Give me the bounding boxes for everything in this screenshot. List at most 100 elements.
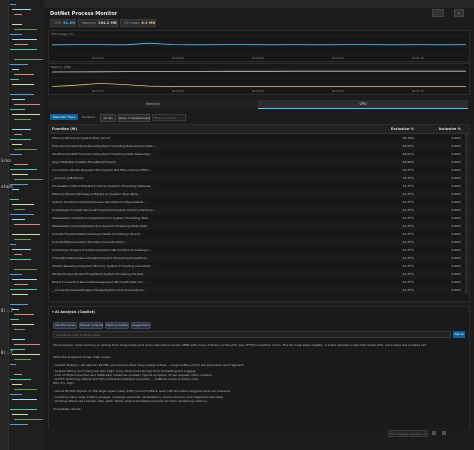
- table-row[interactable]: AsyncStateMachineBox.MoveNext(Thread) 48.…: [49, 158, 469, 166]
- ai-panel-title[interactable]: ▾ AI Analysis (Copilot): [52, 310, 95, 314]
- table-row[interactable]: BrokerConnection.ReceiveMessageAsync(Mic…: [49, 278, 469, 286]
- x-tick-label: 00:00:15: [92, 89, 104, 93]
- x-tick-label: 00:01:15: [412, 89, 424, 93]
- chip-identify-issues[interactable]: Identify issues: [53, 322, 77, 329]
- cell-function: BrokerConnection.ReceiveMessageAsync(Mic…: [52, 280, 146, 284]
- table-row[interactable]: Connection.Worker.Request.CPU(System.Net…: [49, 166, 469, 174]
- pin-button[interactable]: [432, 9, 444, 17]
- filter-functions-input[interactable]: [152, 114, 186, 121]
- cell-function: System.Runtime.CompilerServices.ValueTas…: [52, 200, 147, 204]
- x-tick-label: 00:01:15: [412, 56, 424, 60]
- cell-inclusive: 0.00%: [451, 264, 461, 268]
- cpu-usage-chart: CPU Usage (%) 00:00:15 00:00:30 00:00:45 00…: [48, 30, 470, 62]
- cell-function: TaskExecute.WithThreadLocal(System.Threa…: [52, 152, 153, 156]
- table-row[interactable]: ProcessRecordFromHttp[Ext]<Value>(System…: [49, 182, 469, 190]
- cell-inclusive: 0.00%: [451, 168, 461, 172]
- table-row[interactable]: SocketAsyncEngine.EventLoop(System.Net.S…: [49, 246, 469, 254]
- ai-response-paragraph: Short answer: most memory is coming from…: [53, 343, 427, 347]
- table-row[interactable]: Stream.ReadAsync(System.Memory,System.Th…: [49, 262, 469, 270]
- tab-cpu[interactable]: CPU: [258, 100, 468, 109]
- cell-function: SocketsHttpConnection.Handler.Connection…: [52, 240, 127, 244]
- table-row[interactable]: SocketAsyncContext.ReceiveFrom(Socket,Sy…: [49, 206, 469, 214]
- table-row[interactable]: ExecutionContext.RunInternal(System.Thre…: [49, 142, 469, 150]
- table-row[interactable]: SocketsHttpConnection.Handler.Connection…: [49, 238, 469, 246]
- table-row[interactable]: Sockets.FSystemNetSocketsAsyncState.Sock…: [49, 230, 469, 238]
- code-line: [14, 149, 37, 150]
- status-icon[interactable]: [432, 431, 436, 435]
- status-search-input[interactable]: [388, 430, 428, 437]
- code-line: [10, 94, 34, 95]
- memory-chart: Memory (MB) 00:00:15 00:00:30 00:00:45 00:0…: [48, 63, 470, 95]
- code-line: [10, 4, 16, 5]
- ai-analysis-panel: ▾ AI Analysis (Copilot) Identify issues …: [48, 306, 470, 432]
- status-bar: [44, 428, 474, 450]
- code-editor-strip[interactable]: Grea etads B):.T B):.T: [0, 0, 44, 450]
- code-line: [12, 414, 28, 415]
- code-line: [12, 294, 28, 295]
- code-line: [10, 424, 28, 425]
- cell-exclusive: 22.37%: [402, 208, 414, 212]
- editor-fragment: B):.T: [1, 308, 14, 313]
- code-line: [14, 284, 28, 285]
- ask-ai-button[interactable]: Ask AI: [453, 331, 465, 338]
- memory-metric-badge: Memory 264.2 MB: [78, 19, 118, 27]
- code-line: [14, 314, 34, 315]
- code-line: [14, 14, 22, 15]
- code-line: [10, 109, 25, 110]
- code-line: [12, 234, 40, 235]
- table-row[interactable]: WorkerThread.WorkerThreadStart(System.Th…: [49, 270, 469, 278]
- code-line: [10, 259, 31, 260]
- close-button[interactable]: ×: [454, 9, 464, 17]
- editor-fragment: etads: [1, 184, 14, 189]
- cell-function: __DoLock_lpBuffer(0): [52, 176, 84, 180]
- x-tick-label: 00:00:45: [252, 56, 264, 60]
- code-line: [12, 219, 25, 220]
- duration-label: Duration:: [82, 115, 97, 119]
- tab-memory[interactable]: Memory: [48, 100, 258, 108]
- x-tick-label: 00:01:00: [332, 89, 344, 93]
- take-cpu-trace-button[interactable]: Take CPU Trace: [50, 114, 78, 120]
- cell-function: AsyncStateMachineBox.MoveNext(Thread): [52, 160, 116, 164]
- code-line: [10, 364, 16, 365]
- code-line: [14, 419, 43, 420]
- table-row[interactable]: System.Runtime.CompilerServices.ValueTas…: [49, 198, 469, 206]
- chip-explain-hotspots[interactable]: Explain hotspots: [79, 322, 103, 329]
- table-row[interactable]: TaskExecute.WithThreadLocal(System.Threa…: [49, 150, 469, 158]
- ai-title-text: AI Analysis (Copilot): [54, 310, 95, 314]
- table-row[interactable]: TaskAwaiter.OnCompleted(Action,System.Th…: [49, 222, 469, 230]
- table-row[interactable]: __ConnectionLeaseWrapper.Merge(System.Co…: [49, 286, 469, 294]
- cell-function: SocketAsyncContext.ReceiveFrom(Socket,Sy…: [52, 208, 155, 212]
- status-icon[interactable]: [442, 431, 446, 435]
- chip-memory-details[interactable]: Memory details: [105, 322, 129, 329]
- x-tick-label: 00:00:30: [172, 56, 184, 60]
- column-header-exclusive[interactable]: Exclusive %: [391, 127, 414, 131]
- code-line: [12, 114, 40, 115]
- cpu-chart-plot: 00:00:15 00:00:30 00:00:45 00:01:00 00:01:15: [51, 35, 467, 60]
- table-row[interactable]: Memory.Stream.WriteAsync(Byte[] src,Syst…: [49, 190, 469, 198]
- code-line: [10, 49, 37, 50]
- code-line: [10, 394, 22, 395]
- open-speedscope-button[interactable]: Open in Speedscope: [118, 114, 150, 122]
- cell-exclusive: 22.37%: [402, 200, 414, 204]
- code-line: [12, 99, 25, 100]
- column-header-function[interactable]: Function (M): [52, 127, 77, 131]
- table-scrollbar[interactable]: [465, 134, 468, 294]
- table-row[interactable]: ThreadPoolWorkQueue.Dispatch(System.Thre…: [49, 254, 469, 262]
- code-line: [12, 39, 37, 40]
- table-row[interactable]: __DoLock_lpBuffer(0) 35.37% 0.00%: [49, 174, 469, 182]
- cell-inclusive: 0.00%: [451, 240, 461, 244]
- column-header-inclusive[interactable]: Inclusive %: [439, 127, 461, 131]
- code-line: [10, 409, 37, 410]
- code-line: [14, 74, 34, 75]
- table-row[interactable]: TaskAwaiter.UnsafeOnCompleted(Action,Sys…: [49, 214, 469, 222]
- metric-label: CPU: [54, 21, 62, 25]
- table-row[interactable]: Memory.Workshop.System.Main (src:0) 98.79…: [49, 134, 469, 142]
- chip-suggestions[interactable]: Suggestions: [131, 322, 151, 329]
- cell-inclusive: 0.00%: [451, 224, 461, 228]
- ai-question-input[interactable]: [53, 331, 451, 338]
- cpu-metric-badge: CPU 51.6%: [50, 19, 76, 27]
- cell-exclusive: 98.79%: [402, 136, 414, 140]
- duration-select[interactable]: 10 sec: [100, 114, 116, 122]
- cell-function: ExecutionContext.RunInternal(System.Thre…: [52, 144, 157, 148]
- cell-exclusive: 22.37%: [402, 232, 414, 236]
